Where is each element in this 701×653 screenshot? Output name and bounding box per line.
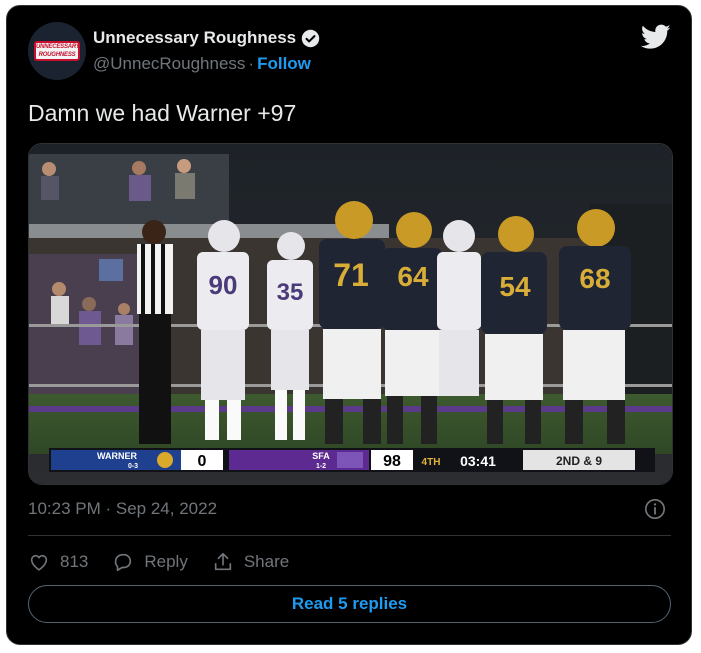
share-label: Share [243,552,290,571]
unnecessary-roughness-logo: UNNECESSARY ROUGHNESS [34,41,80,61]
verified-badge-icon [301,29,320,47]
football-broadcast-frame: 90 35 71 64 54 68 WARNER 0-3 0 SFA 1-2 9… [29,144,672,484]
jersey-number-64: 64 [397,261,429,292]
away-team-record: 0-3 [128,463,138,470]
divider [28,535,671,536]
quarter: 4TH [422,457,441,468]
jersey-number-68: 68 [579,263,610,294]
tweet-media-image[interactable]: 90 35 71 64 54 68 WARNER 0-3 0 SFA 1-2 9… [28,143,673,485]
twitter-bird-icon[interactable] [641,24,671,50]
tweet-actions: 813 Reply Share [28,548,313,576]
warner-logo-icon [157,452,173,468]
away-score: 0 [198,453,207,470]
heart-icon [30,554,48,571]
jersey-number-90: 90 [209,270,238,300]
reply-bubble-icon [115,553,132,572]
tweet-card: UNNECESSARY ROUGHNESS Unnecessary Roughn… [6,5,692,645]
read-replies-button[interactable]: Read 5 replies [28,585,671,623]
home-team-name: SFA [312,451,330,461]
tweet-text: Damn we had Warner +97 [28,100,297,126]
avatar[interactable]: UNNECESSARY ROUGHNESS [28,22,86,80]
down-and-distance: 2ND & 9 [556,454,602,468]
share-icon [214,552,232,571]
share-button[interactable]: Share [212,551,289,573]
reply-label: Reply [144,552,188,571]
game-clock: 03:41 [460,453,496,469]
tweet-timestamp[interactable]: 10:23 PM · Sep 24, 2022 [28,499,217,519]
jersey-number-71: 71 [333,257,369,293]
author-name-row: Unnecessary Roughness [93,28,320,48]
follow-button[interactable]: Follow [257,54,311,73]
scoreboard: WARNER 0-3 0 SFA 1-2 98 4TH 03:41 2ND & … [49,448,655,472]
sfa-logo-icon [337,452,363,468]
home-team-record: 1-2 [316,463,326,470]
like-button[interactable]: 813 [28,551,88,573]
home-score: 98 [383,453,401,470]
away-team-name: WARNER [97,451,137,461]
like-count: 813 [60,552,89,571]
reply-button[interactable]: Reply [112,551,188,573]
jersey-number-35: 35 [277,279,304,306]
display-name[interactable]: Unnecessary Roughness [93,28,296,48]
referee [137,220,173,444]
jersey-number-54: 54 [499,271,531,302]
info-icon[interactable] [644,498,666,520]
handle-row: @UnnecRoughness · Follow [93,54,311,74]
handle[interactable]: @UnnecRoughness [93,54,245,73]
separator-dot: · [248,54,255,73]
